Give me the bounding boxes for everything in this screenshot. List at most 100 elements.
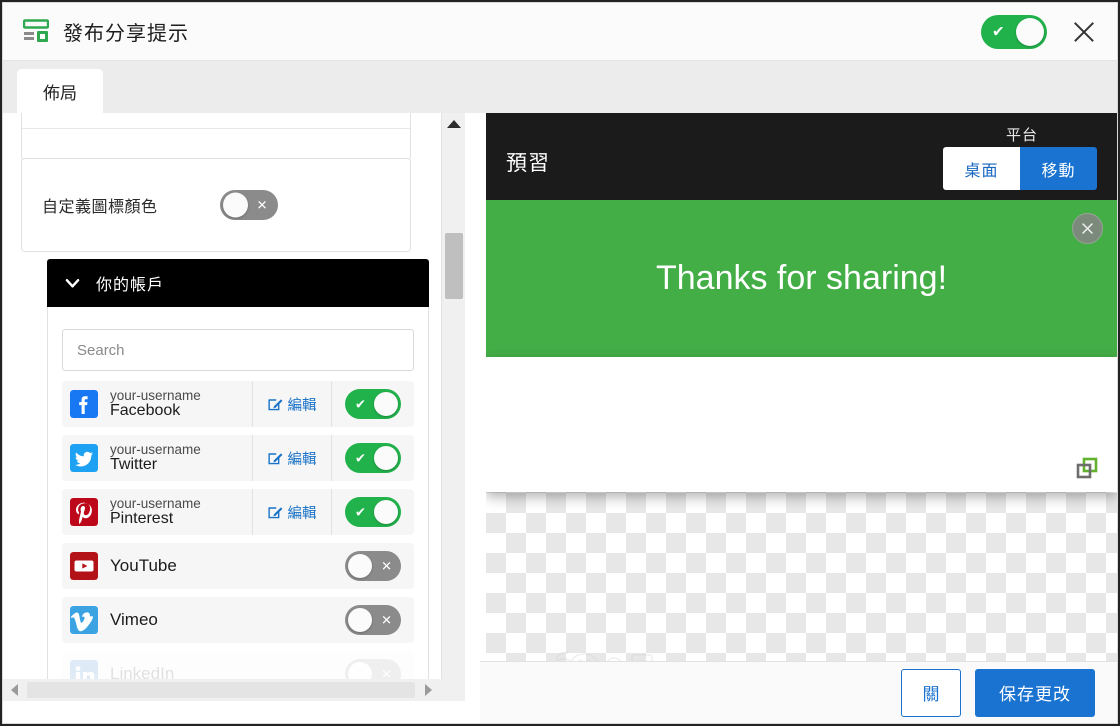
- toggle-knob: [348, 608, 372, 632]
- toggle-check-mark: ✔: [355, 450, 366, 466]
- scroll-up-button[interactable]: [442, 113, 465, 135]
- account-toggle-cell: ✕: [332, 551, 414, 581]
- preview-pane: 預習 平台 桌面 移動 Thanks for sharing!: [486, 113, 1117, 723]
- save-changes-button[interactable]: 保存更改: [975, 668, 1095, 717]
- account-row[interactable]: YouTube ✕: [62, 543, 414, 589]
- share-thanks-banner: Thanks for sharing!: [486, 200, 1117, 357]
- vimeo-icon: [70, 606, 98, 634]
- your-accounts-section-header[interactable]: 你的帳戶: [47, 259, 429, 307]
- circle-close-icon: [1082, 223, 1093, 234]
- scroll-left-button[interactable]: [3, 679, 25, 701]
- dialog-footer: 關 保存更改: [480, 661, 1117, 723]
- page-title: 發布分享提示: [63, 23, 189, 45]
- your-accounts-section-body: your-usernameFacebook編輯✔your-usernameTwi…: [47, 307, 429, 723]
- toggle-check-mark: ✔: [355, 396, 366, 412]
- close-dialog-button[interactable]: [1069, 17, 1099, 47]
- toggle-knob: [374, 392, 398, 416]
- settings-scroll-area: 自定義圖標顏色 ✕ 你的帳戶 your-usernameFacebook編輯✔y…: [3, 113, 465, 723]
- account-network-name: Vimeo: [110, 610, 158, 630]
- settings-horizontal-scrollbar[interactable]: [3, 679, 465, 701]
- account-row[interactable]: your-username Pinterest 編輯 ✔: [62, 489, 414, 535]
- account-toggle-cell: ✔: [332, 497, 414, 527]
- publish-share-prompt-dialog: 發布分享提示 ✔ 佈局 自定義圖標顏色 ✕ 你的帳戶 Search your-u…: [2, 2, 1118, 724]
- custom-icon-color-toggle[interactable]: ✕: [219, 190, 278, 220]
- account-enable-toggle[interactable]: ✕: [345, 605, 401, 635]
- account-names: YouTube: [110, 557, 332, 575]
- account-names: Vimeo: [110, 611, 332, 629]
- pencil-square-icon: [267, 452, 282, 464]
- pencil-square-icon: [267, 398, 282, 410]
- settings-vertical-scrollbar[interactable]: [441, 113, 465, 723]
- account-names: your-username Twitter: [110, 442, 252, 474]
- banner-close-button[interactable]: [1072, 213, 1103, 244]
- dialog-body: 自定義圖標顏色 ✕ 你的帳戶 your-usernameFacebook編輯✔y…: [3, 113, 1117, 723]
- youtube-icon: [70, 552, 98, 580]
- pencil-square-icon: [267, 506, 282, 518]
- account-toggle-cell: ✕: [332, 605, 414, 635]
- account-username: your-username: [110, 495, 201, 511]
- toggle-x-mark: ✕: [381, 558, 392, 574]
- share-banner-message: Thanks for sharing!: [655, 259, 948, 297]
- duplicate-squares-icon[interactable]: [1075, 456, 1099, 480]
- search-input[interactable]: [62, 329, 414, 371]
- account-enable-toggle[interactable]: ✕: [345, 551, 401, 581]
- toggle-x-mark: ✕: [381, 612, 392, 628]
- titlebar-controls: ✔: [981, 14, 1099, 49]
- vertical-scroll-thumb[interactable]: [445, 233, 463, 299]
- account-enable-toggle[interactable]: ✔: [345, 443, 401, 473]
- layout-grid-icon: [23, 18, 49, 42]
- tab-layout[interactable]: 佈局: [17, 69, 103, 113]
- account-enable-toggle[interactable]: ✔: [345, 497, 401, 527]
- account-enable-toggle[interactable]: ✔: [345, 389, 401, 419]
- twitter-icon: [70, 444, 98, 472]
- account-toggle-cell: ✔: [332, 443, 414, 473]
- account-network-name: Pinterest: [110, 509, 174, 527]
- platform-label: 平台: [1005, 127, 1038, 144]
- triangle-up-icon: [447, 120, 461, 128]
- card-divider: [22, 128, 410, 129]
- scroll-right-button[interactable]: [417, 679, 439, 701]
- account-row[interactable]: Vimeo ✕: [62, 597, 414, 643]
- toggle-knob: [374, 500, 398, 524]
- settings-pane-bottom-pad: [3, 701, 465, 723]
- account-names: your-username Pinterest: [110, 495, 252, 528]
- platform-option-mobile[interactable]: 移動: [1020, 147, 1097, 190]
- toggle-x-mark: ✕: [256, 197, 268, 213]
- toggle-knob: [1016, 17, 1044, 46]
- chevron-down-icon: [65, 278, 80, 288]
- platform-switch: 桌面 移動: [943, 147, 1097, 190]
- triangle-right-icon: [424, 684, 432, 696]
- toggle-check-mark: ✔: [355, 504, 366, 520]
- toggle-check-mark: ✔: [992, 23, 1005, 40]
- account-network-name: YouTube: [110, 556, 177, 576]
- facebook-icon: [70, 390, 98, 418]
- preview-toolbar: 預習 平台 桌面 移動: [486, 113, 1117, 200]
- toggle-knob: [348, 554, 372, 578]
- account-edit-button[interactable]: 編輯: [252, 381, 332, 427]
- account-names: your-username Facebook: [110, 387, 252, 420]
- account-network-name: Facebook: [110, 401, 181, 419]
- your-accounts-label: 你的帳戶: [96, 277, 165, 294]
- triangle-left-icon: [10, 684, 18, 696]
- toggle-knob: [222, 192, 248, 218]
- horizontal-scroll-thumb[interactable]: [27, 682, 415, 698]
- partial-setting-card: [21, 113, 411, 161]
- tab-bar: 佈局: [3, 61, 1117, 113]
- account-username: your-username: [110, 387, 201, 403]
- account-row[interactable]: your-username Twitter 編輯 ✔: [62, 435, 414, 481]
- account-edit-button[interactable]: 編輯: [252, 435, 332, 481]
- account-network-name: Twitter: [110, 455, 158, 473]
- account-edit-button[interactable]: 編輯: [252, 489, 332, 535]
- toggle-knob: [374, 446, 398, 470]
- accounts-list: your-username Facebook 編輯 ✔ your-username Twi…: [62, 381, 414, 697]
- pinterest-icon: [70, 498, 98, 526]
- account-edit-label: 編輯: [287, 451, 317, 468]
- preview-content-area: [486, 357, 1117, 492]
- close-button[interactable]: 關: [901, 668, 961, 717]
- account-row[interactable]: your-username Facebook 編輯 ✔: [62, 381, 414, 427]
- master-enable-toggle[interactable]: ✔: [981, 14, 1047, 49]
- account-toggle-cell: ✔: [332, 389, 414, 419]
- platform-option-desktop[interactable]: 桌面: [943, 147, 1020, 190]
- custom-icon-color-setting: 自定義圖標顏色 ✕: [21, 158, 411, 252]
- settings-pane: 自定義圖標顏色 ✕ 你的帳戶 your-usernameFacebook編輯✔y…: [3, 113, 465, 723]
